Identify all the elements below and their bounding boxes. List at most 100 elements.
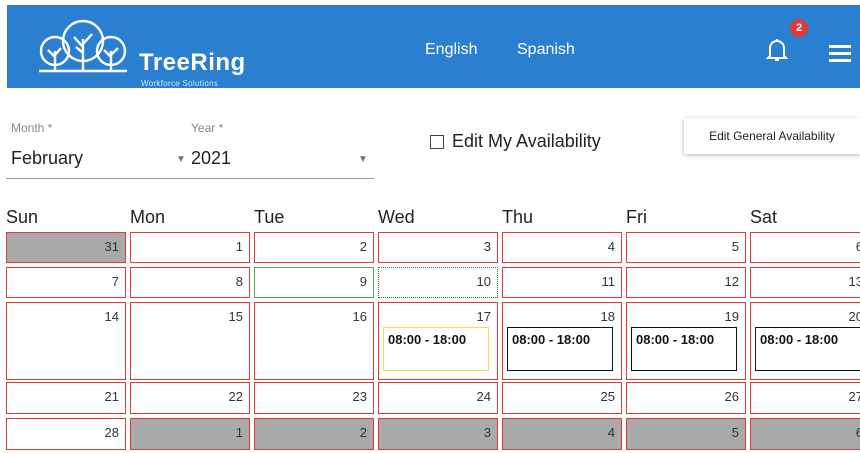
app-header: TreeRing Workforce Solutions English Spa… [7,5,860,88]
day-number: 24 [476,389,491,404]
day-number: 1 [235,425,243,440]
weekday-header-mon: Mon [130,207,166,227]
tree-logo-icon [39,19,127,73]
day-number: 16 [352,309,367,324]
calendar-day-cell[interactable]: 18 08:00 - 18:00 [502,302,622,380]
select-underline [6,178,374,179]
brand-name: TreeRing [139,49,246,76]
day-number: 6 [855,425,860,440]
day-number: 3 [483,239,491,254]
availability-slot[interactable]: 08:00 - 18:00 [631,327,737,371]
calendar-day-cell[interactable]: 11 [502,267,622,298]
day-number: 31 [104,239,119,254]
availability-slot[interactable]: 08:00 - 18:00 [755,327,860,371]
calendar-day-cell[interactable]: 7 [6,267,126,298]
day-number: 2 [359,425,367,440]
calendar-day-cell[interactable]: 14 [6,302,126,380]
day-number: 12 [724,274,739,289]
year-select[interactable]: 2021 [191,148,231,169]
language-spanish-link[interactable]: Spanish [517,41,575,59]
month-select[interactable]: February [11,148,83,169]
year-dropdown-arrow-icon[interactable]: ▼ [358,154,368,165]
month-label: Month * [11,121,53,135]
calendar-day-cell[interactable]: 9 [254,267,374,298]
calendar-day-cell[interactable]: 2 [254,232,374,263]
calendar-day-cell[interactable]: 26 [626,382,746,414]
edit-availability-label: Edit My Availability [452,131,601,151]
day-number: 10 [476,274,491,289]
calendar-day-cell[interactable]: 19 08:00 - 18:00 [626,302,746,380]
day-number: 9 [359,274,367,289]
calendar-day-cell[interactable]: 5 [626,232,746,263]
calendar-day-cell[interactable]: 6 [750,418,860,450]
day-number: 15 [228,309,243,324]
calendar-day-cell[interactable]: 24 [378,382,498,414]
calendar-day-cell[interactable]: 23 [254,382,374,414]
calendar-day-cell[interactable]: 1 [130,232,250,263]
day-number: 5 [731,425,739,440]
availability-slot[interactable]: 08:00 - 18:00 [507,327,613,371]
day-number: 4 [607,425,615,440]
day-number: 19 [724,309,739,324]
day-number: 28 [104,425,119,440]
day-number: 18 [600,309,615,324]
weekday-header-fri: Fri [626,207,647,227]
calendar-day-cell[interactable]: 2 [254,418,374,450]
day-number: 23 [352,389,367,404]
calendar-day-cell[interactable]: 3 [378,418,498,450]
calendar-day-cell[interactable]: 20 08:00 - 18:00 [750,302,860,380]
calendar-day-cell[interactable]: 15 [130,302,250,380]
edit-availability-checkbox[interactable]: Edit My Availability [430,131,601,152]
calendar-day-cell[interactable]: 4 [502,418,622,450]
calendar-day-cell[interactable]: 27 [750,382,860,414]
calendar-day-cell[interactable]: 28 [6,418,126,450]
day-number: 6 [855,239,860,254]
calendar-day-cell[interactable]: 25 [502,382,622,414]
day-number: 1 [235,239,243,254]
calendar-day-cell[interactable]: 1 [130,418,250,450]
language-english-link[interactable]: English [425,41,477,59]
calendar-day-cell[interactable]: 8 [130,267,250,298]
month-dropdown-arrow-icon[interactable]: ▼ [176,154,186,165]
day-number: 5 [731,239,739,254]
calendar-day-cell[interactable]: 12 [626,267,746,298]
edit-general-availability-button[interactable]: Edit General Availability [684,118,860,154]
day-number: 8 [235,274,243,289]
day-number: 27 [848,389,860,404]
day-number: 13 [848,274,860,289]
weekday-header-sun: Sun [6,207,39,227]
day-number: 7 [111,274,119,289]
calendar-day-cell[interactable]: 13 [750,267,860,298]
checkbox-icon[interactable] [430,134,444,149]
day-number: 3 [483,425,491,440]
logo[interactable]: TreeRing Workforce Solutions [33,17,273,88]
calendar-day-cell[interactable]: 5 [626,418,746,450]
notification-badge: 2 [790,19,808,37]
brand-tagline: Workforce Solutions [141,79,219,88]
day-number: 17 [476,309,491,324]
calendar-day-cell[interactable]: 21 [6,382,126,414]
calendar-day-cell[interactable]: 6 [750,232,860,263]
year-label: Year * [191,121,224,135]
hamburger-menu-icon[interactable] [829,45,851,63]
day-number: 21 [104,389,119,404]
day-number: 14 [104,309,119,324]
calendar-day-cell[interactable]: 3 [378,232,498,263]
calendar-day-cell[interactable]: 31 [6,232,126,263]
availability-slot[interactable]: 08:00 - 18:00 [383,327,489,371]
calendar-day-cell[interactable]: 17 08:00 - 18:00 [378,302,498,380]
calendar-day-cell[interactable]: 10 [378,267,498,298]
weekday-header-wed: Wed [378,207,415,227]
day-number: 2 [359,239,367,254]
weekday-header-sat: Sat [750,207,778,227]
day-number: 11 [601,274,616,289]
calendar-day-cell[interactable]: 16 [254,302,374,380]
day-number: 22 [228,389,243,404]
bell-icon[interactable] [765,37,789,63]
weekday-header-tue: Tue [254,207,285,227]
day-number: 25 [600,389,615,404]
calendar-day-cell[interactable]: 22 [130,382,250,414]
calendar-day-cell[interactable]: 4 [502,232,622,263]
day-number: 20 [848,309,860,324]
day-number: 4 [607,239,615,254]
